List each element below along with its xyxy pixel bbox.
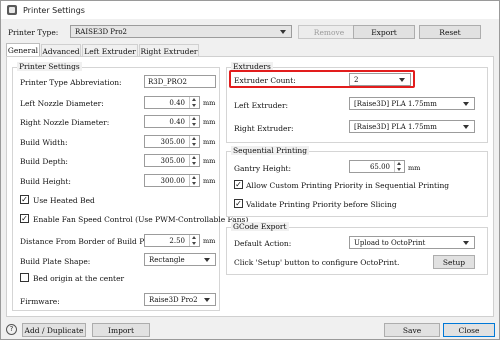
origin-center-label: Bed origin at the center xyxy=(33,274,125,283)
printer-settings-group-title: Printer Settings xyxy=(17,62,82,71)
left-nozzle-value: 0.40 xyxy=(169,98,185,107)
sequential-printing-group-title: Sequential Printing xyxy=(231,146,310,155)
unit-mm: mm xyxy=(203,138,216,146)
build-depth-value: 305.00 xyxy=(160,156,186,165)
distance-border-label: Distance From Border of Build Plate: xyxy=(20,237,162,246)
close-button[interactable]: Close xyxy=(443,323,495,337)
fan-speed-label: Enable Fan Speed Control (Use PWM-Contro… xyxy=(33,215,249,224)
import-button[interactable]: Import xyxy=(92,323,150,337)
unit-mm: mm xyxy=(203,237,216,245)
firmware-label: Firmware: xyxy=(20,297,60,306)
remove-button[interactable]: Remove xyxy=(298,25,360,39)
spinner-arrows-icon[interactable] xyxy=(189,175,199,186)
distance-border-spinner[interactable]: 2.50 xyxy=(144,234,200,247)
build-depth-spinner[interactable]: 305.00 xyxy=(144,154,200,167)
right-nozzle-spinner[interactable]: 0.40 xyxy=(144,115,200,128)
unit-mm: mm xyxy=(408,164,421,172)
window-title: Printer Settings xyxy=(23,5,85,15)
firmware-value: Raise3D Pro2 xyxy=(149,295,198,304)
default-action-select[interactable]: Upload to OctoPrint xyxy=(349,236,475,249)
unit-mm: mm xyxy=(203,177,216,185)
spinner-arrows-icon[interactable] xyxy=(189,97,199,108)
gantry-height-spinner[interactable]: 65.00 xyxy=(349,160,405,173)
firmware-select[interactable]: Raise3D Pro2 xyxy=(144,293,216,306)
abbrev-label: Printer Type Abbreviation: xyxy=(20,78,122,87)
chevron-down-icon xyxy=(463,125,469,129)
gcode-export-group-title: GCode Export xyxy=(231,222,289,231)
printer-type-value: RAISE3D Pro2 xyxy=(75,27,128,36)
custom-priority-label: Allow Custom Printing Priority in Sequen… xyxy=(246,181,450,190)
chevron-down-icon xyxy=(463,241,469,245)
spinner-arrows-icon[interactable] xyxy=(189,235,199,246)
spinner-arrows-icon[interactable] xyxy=(189,116,199,127)
left-extruder-select[interactable]: [Raise3D] PLA 1.75mm xyxy=(349,97,475,110)
distance-border-value: 2.50 xyxy=(169,236,185,245)
right-extruder-label: Right Extruder: xyxy=(234,124,294,133)
plate-shape-value: Rectangle xyxy=(149,255,185,264)
help-icon[interactable]: ? xyxy=(6,324,17,335)
chevron-down-icon xyxy=(204,258,210,262)
title-bar: Printer Settings xyxy=(1,1,499,19)
plate-shape-select[interactable]: Rectangle xyxy=(144,253,216,266)
build-height-value: 300.00 xyxy=(160,176,186,185)
spinner-arrows-icon[interactable] xyxy=(394,161,404,172)
spinner-arrows-icon[interactable] xyxy=(189,155,199,166)
tab-general[interactable]: General xyxy=(6,43,40,57)
chevron-down-icon xyxy=(463,102,469,106)
gantry-height-label: Gantry Height: xyxy=(234,164,292,173)
validate-priority-label: Validate Printing Priority before Slicin… xyxy=(246,200,397,209)
extruder-count-value: 2 xyxy=(354,75,359,84)
fan-speed-checkbox[interactable]: ✓ xyxy=(20,214,29,223)
printer-app-icon xyxy=(7,5,17,15)
right-extruder-select[interactable]: [Raise3D] PLA 1.75mm xyxy=(349,120,475,133)
unit-mm: mm xyxy=(203,118,216,126)
default-action-value: Upload to OctoPrint xyxy=(354,238,426,247)
left-nozzle-label: Left Nozzle Diameter: xyxy=(20,99,104,108)
build-width-spinner[interactable]: 305.00 xyxy=(144,135,200,148)
build-width-label: Build Width: xyxy=(20,138,68,147)
unit-mm: mm xyxy=(203,157,216,165)
unit-mm: mm xyxy=(203,99,216,107)
heated-bed-label: Use Heated Bed xyxy=(33,196,95,205)
left-extruder-label: Left Extruder: xyxy=(234,101,289,110)
gantry-height-value: 65.00 xyxy=(369,162,390,171)
printer-type-select[interactable]: RAISE3D Pro2 xyxy=(70,25,292,38)
reset-button[interactable]: Reset xyxy=(419,25,481,39)
validate-priority-checkbox[interactable]: ✓ xyxy=(234,199,243,208)
build-depth-label: Build Depth: xyxy=(20,157,68,166)
build-width-value: 305.00 xyxy=(160,137,186,146)
octoprint-hint: Click 'Setup' button to configure OctoPr… xyxy=(234,258,400,267)
chevron-down-icon xyxy=(280,30,286,34)
extruder-count-select[interactable]: 2 xyxy=(349,73,411,86)
right-extruder-value: [Raise3D] PLA 1.75mm xyxy=(354,122,437,131)
origin-center-checkbox[interactable] xyxy=(20,273,29,282)
default-action-label: Default Action: xyxy=(234,239,292,248)
abbrev-input[interactable]: R3D_PRO2 xyxy=(144,75,216,88)
left-extruder-value: [Raise3D] PLA 1.75mm xyxy=(354,99,437,108)
printer-settings-window: Printer Settings Printer Type: RAISE3D P… xyxy=(0,0,500,340)
export-button[interactable]: Export xyxy=(353,25,415,39)
printer-type-label: Printer Type: xyxy=(8,28,59,37)
chevron-down-icon xyxy=(399,78,405,82)
left-nozzle-spinner[interactable]: 0.40 xyxy=(144,96,200,109)
chevron-down-icon xyxy=(204,298,210,302)
plate-shape-label: Build Plate Shape: xyxy=(20,257,91,266)
right-nozzle-label: Right Nozzle Diameter: xyxy=(20,118,110,127)
add-duplicate-button[interactable]: Add / Duplicate xyxy=(22,323,86,337)
setup-button[interactable]: Setup xyxy=(433,255,475,269)
build-height-label: Build Height: xyxy=(20,177,71,186)
heated-bed-checkbox[interactable]: ✓ xyxy=(20,195,29,204)
build-height-spinner[interactable]: 300.00 xyxy=(144,174,200,187)
spinner-arrows-icon[interactable] xyxy=(189,136,199,147)
custom-priority-checkbox[interactable]: ✓ xyxy=(234,180,243,189)
right-nozzle-value: 0.40 xyxy=(169,117,185,126)
extruder-count-label: Extruder Count: xyxy=(234,76,296,85)
save-button[interactable]: Save xyxy=(384,323,440,337)
